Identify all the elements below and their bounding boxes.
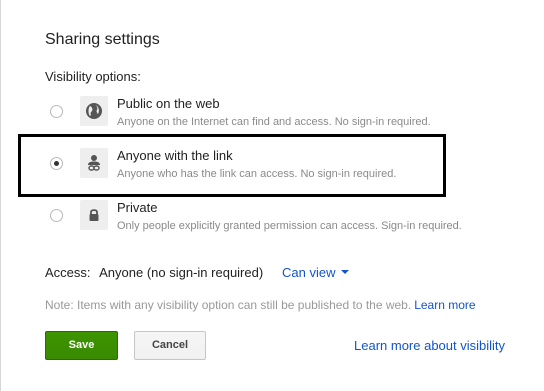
cancel-button[interactable]: Cancel	[134, 331, 206, 360]
private-radio-button[interactable]	[50, 209, 63, 222]
sharing-settings-dialog: Sharing settings Visibility options: Pub…	[0, 0, 544, 391]
public-option-description: Anyone on the Internet can find and acce…	[117, 116, 431, 128]
globe-icon	[80, 96, 108, 126]
save-button[interactable]: Save	[45, 331, 118, 360]
learn-more-about-visibility-link[interactable]: Learn more about visibility	[354, 338, 505, 353]
public-radio-button[interactable]	[50, 105, 63, 118]
private-option-title: Private	[117, 200, 158, 215]
permission-dropdown-label: Can view	[282, 265, 336, 280]
chevron-down-icon	[341, 269, 350, 274]
public-option-title: Public on the web	[117, 96, 220, 111]
dialog-title: Sharing settings	[45, 31, 160, 48]
selected-option-highlight	[18, 134, 446, 197]
visibility-options-label: Visibility options:	[45, 69, 141, 84]
permission-dropdown[interactable]: Can view	[282, 265, 350, 280]
lock-icon	[80, 200, 108, 230]
publish-note: Note: Items with any visibility option c…	[45, 298, 476, 312]
access-label: Access:	[45, 265, 91, 280]
option-private[interactable]: Private Only people explicitly granted p…	[1, 200, 544, 246]
access-row: Access: Anyone (no sign-in required) Can…	[45, 265, 350, 280]
access-value: Anyone (no sign-in required)	[99, 265, 264, 280]
publish-note-text: Note: Items with any visibility option c…	[45, 298, 412, 312]
learn-more-link[interactable]: Learn more	[414, 298, 475, 312]
private-option-description: Only people explicitly granted permissio…	[117, 220, 462, 232]
